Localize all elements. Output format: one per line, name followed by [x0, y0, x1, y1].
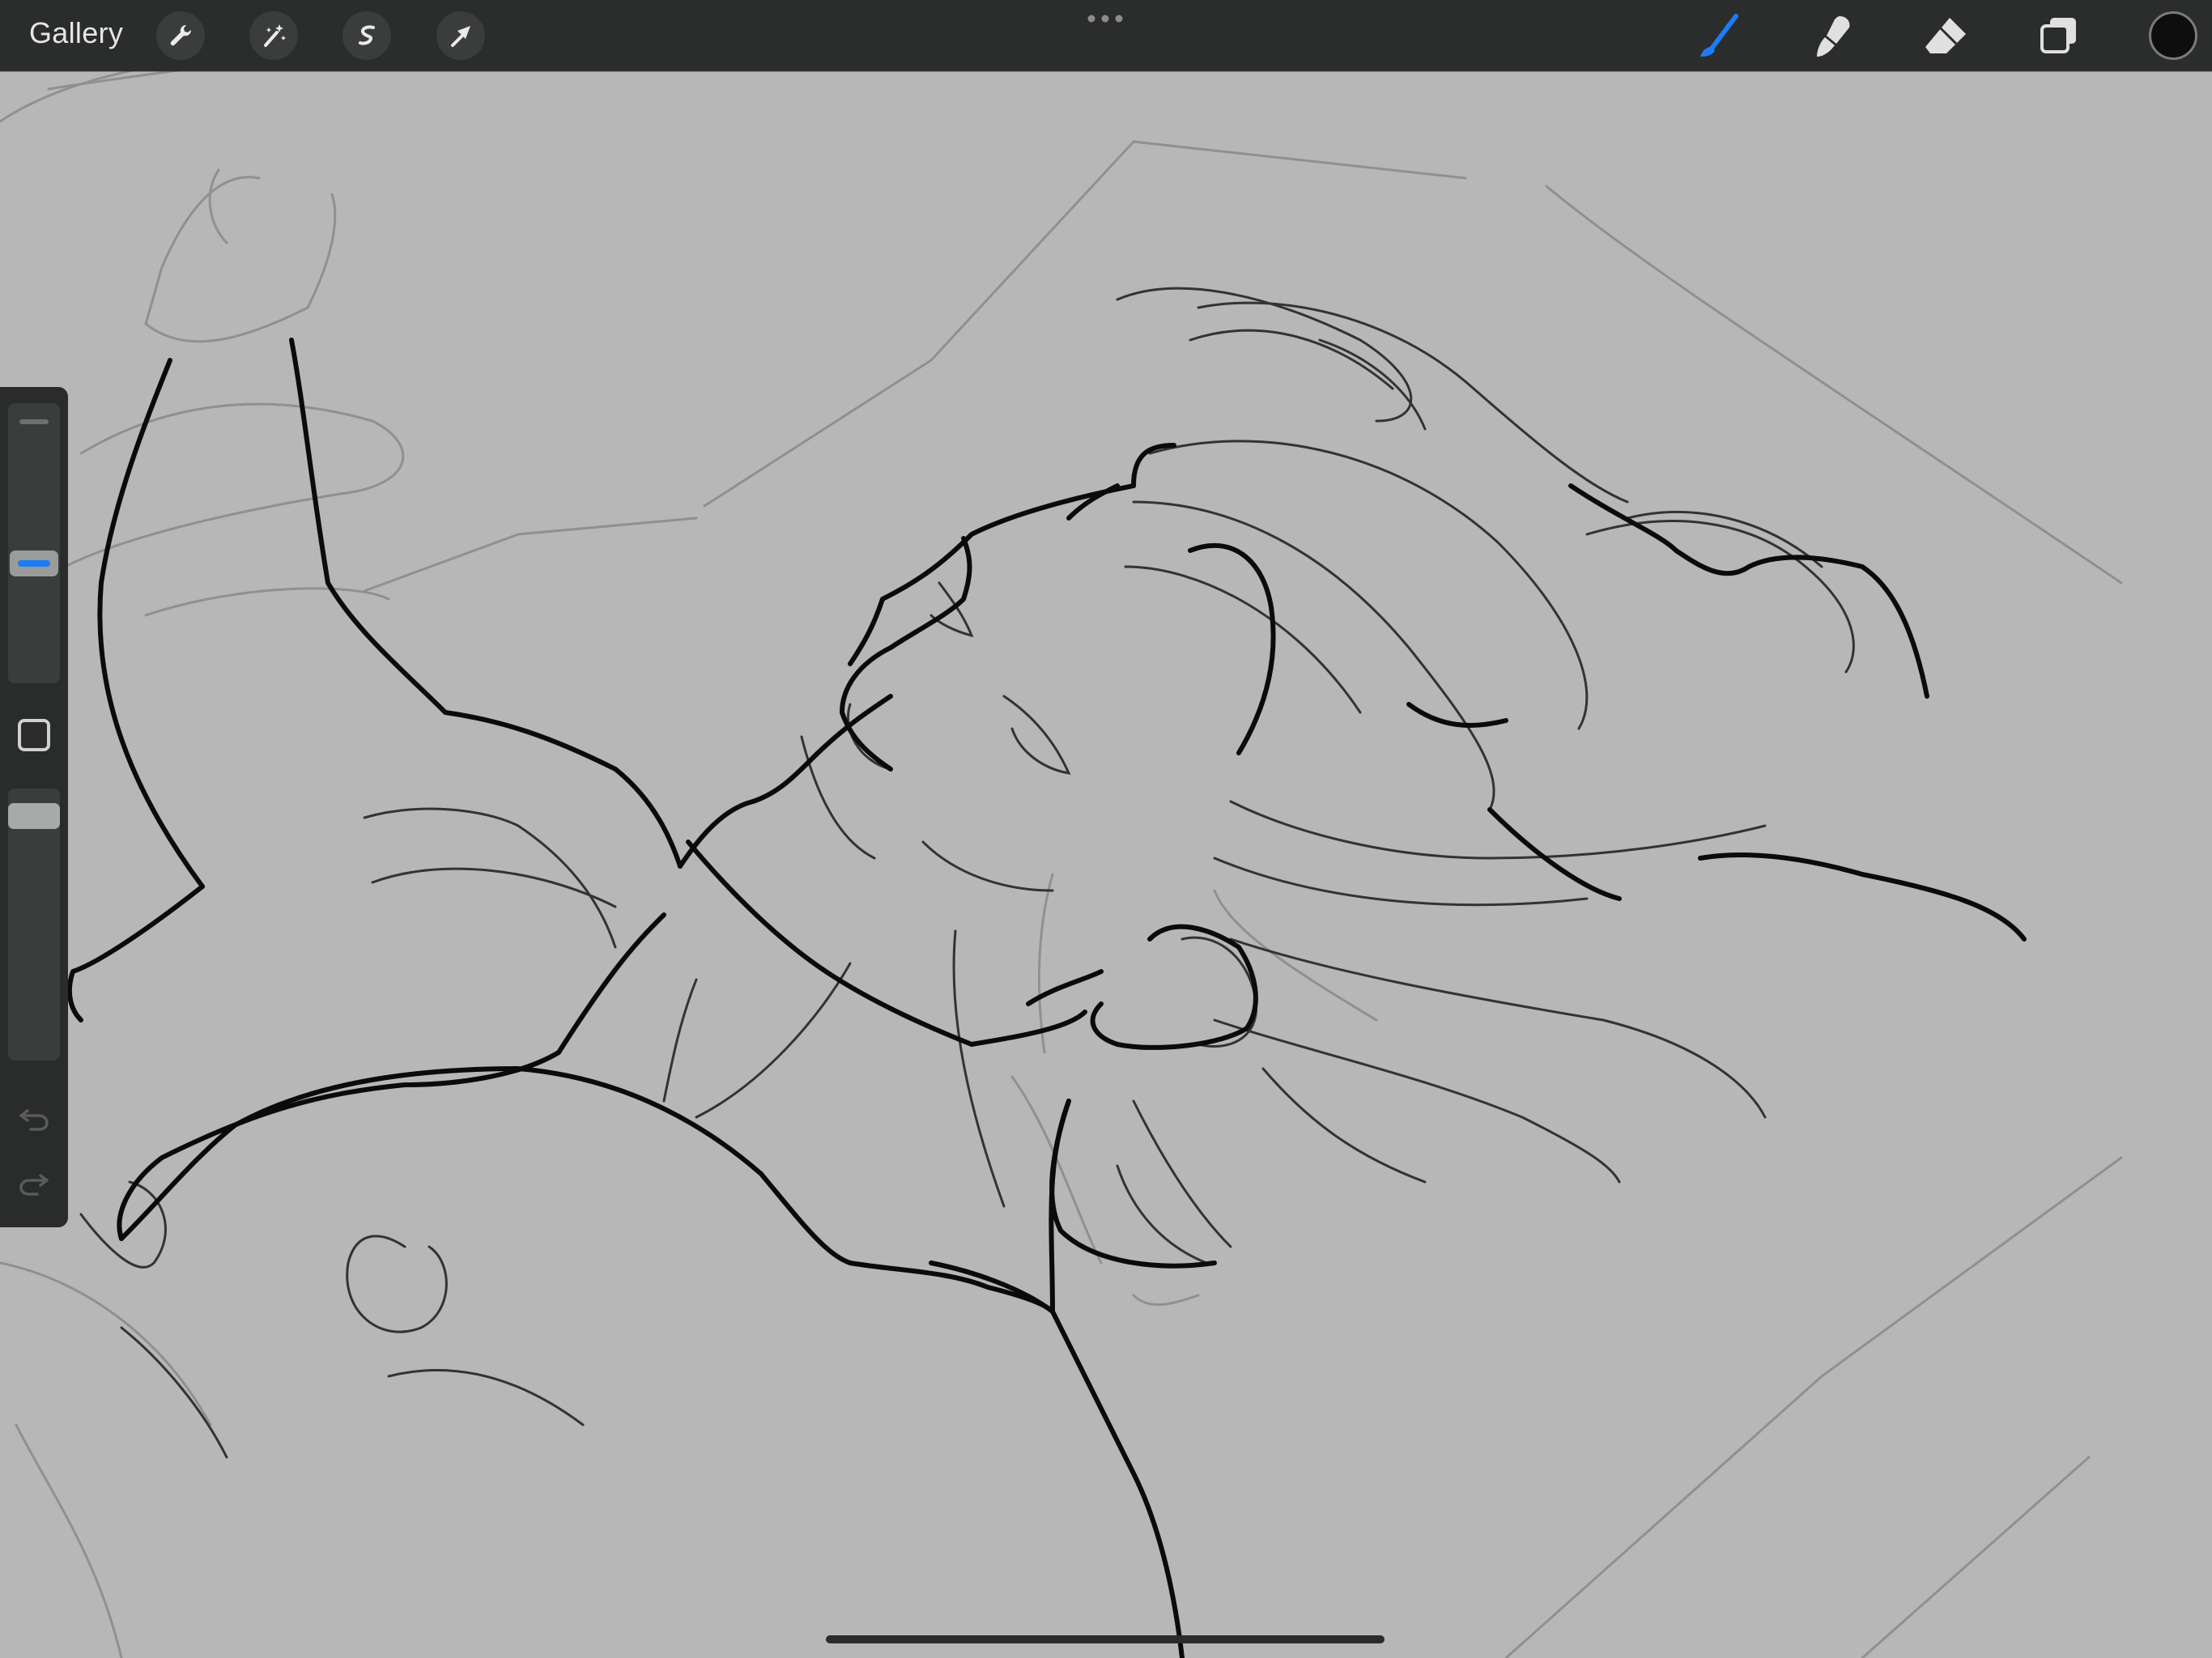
selection-icon[interactable] — [342, 11, 391, 60]
brush-size-handle[interactable] — [10, 551, 58, 576]
brush-icon[interactable] — [1694, 11, 1744, 62]
redo-icon[interactable] — [16, 1169, 52, 1198]
wrench-icon[interactable] — [156, 11, 205, 60]
layers-icon[interactable] — [2034, 11, 2084, 62]
opacity-handle[interactable] — [8, 803, 60, 829]
magic-wand-icon[interactable] — [249, 11, 298, 60]
gallery-button[interactable]: Gallery — [29, 16, 123, 50]
left-sidebar — [0, 387, 68, 1227]
move-arrow-icon[interactable] — [436, 11, 485, 60]
undo-icon[interactable] — [16, 1104, 52, 1133]
eraser-icon[interactable] — [1921, 11, 1971, 62]
opacity-slider[interactable] — [8, 789, 60, 1061]
more-options-icon[interactable] — [1085, 13, 1125, 24]
drawing-canvas[interactable] — [0, 0, 2212, 1658]
color-swatch[interactable] — [2149, 11, 2197, 60]
home-indicator[interactable] — [826, 1635, 1385, 1643]
top-toolbar: Gallery — [0, 0, 2212, 71]
slider-top-marker — [19, 419, 49, 424]
modify-button[interactable] — [18, 719, 50, 751]
smudge-icon[interactable] — [1807, 11, 1857, 62]
brush-size-slider[interactable] — [8, 403, 60, 683]
